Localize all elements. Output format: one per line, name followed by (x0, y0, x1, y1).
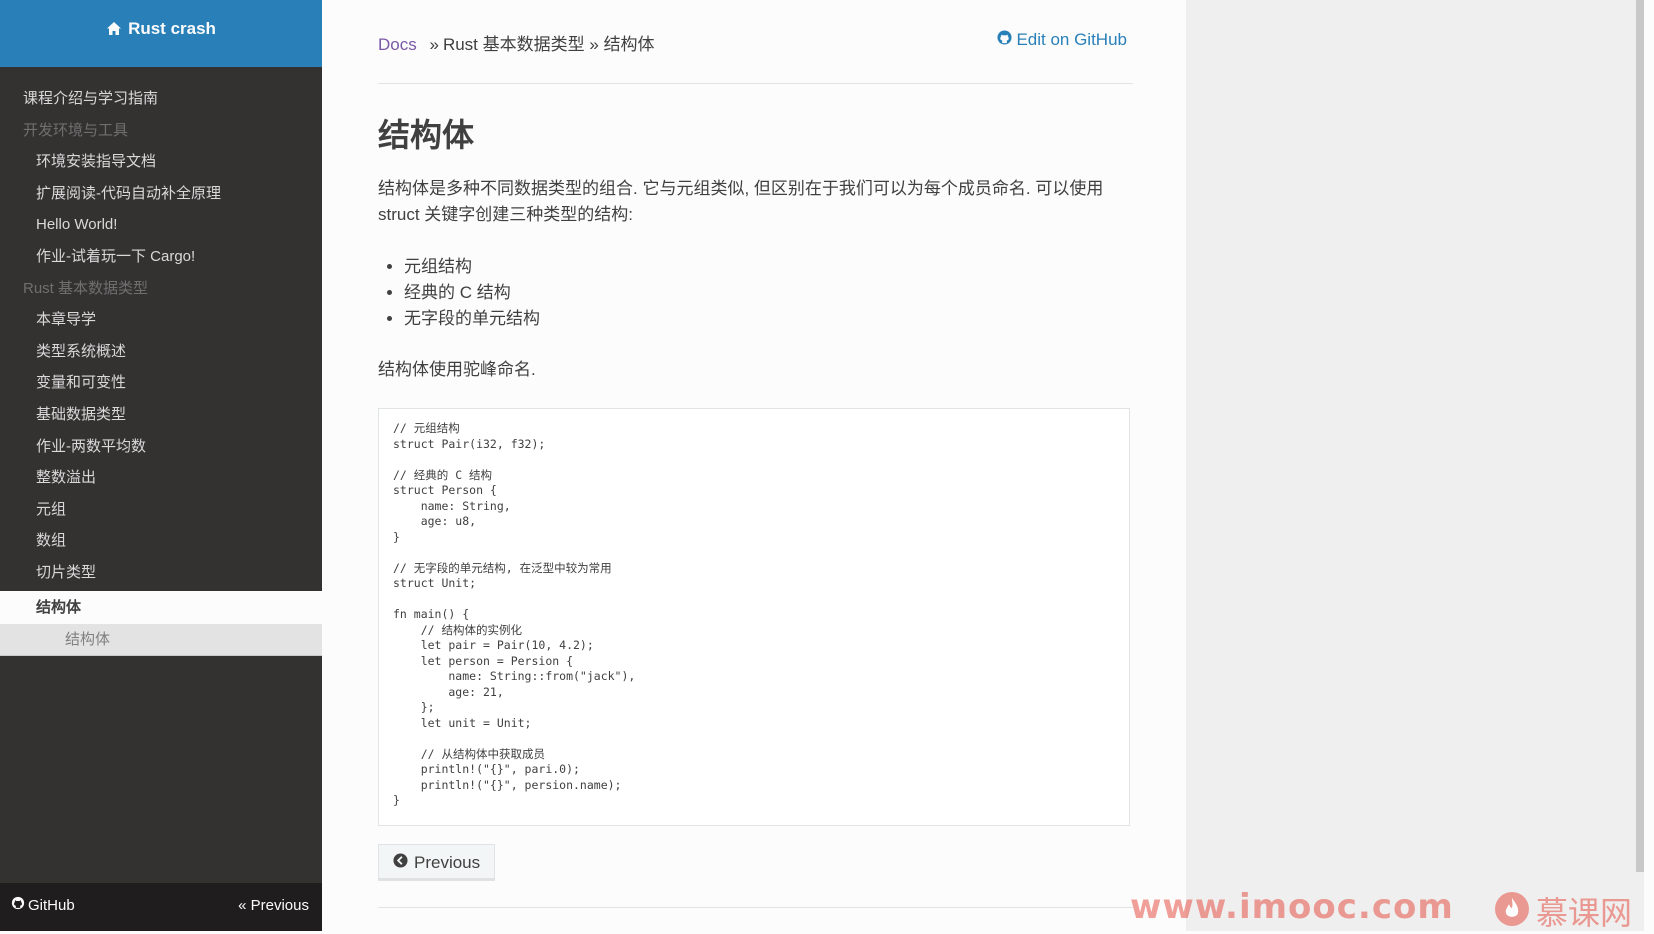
sidebar-previous-link[interactable]: « Previous (238, 897, 309, 914)
sidebar-item[interactable]: 切片类型 (0, 557, 322, 589)
sidebar-item[interactable]: 变量和可变性 (0, 367, 322, 399)
sidebar-item[interactable]: 元组 (0, 494, 322, 526)
code-block: // 元组结构 struct Pair(i32, f32); // 经典的 C … (378, 408, 1130, 826)
naming-paragraph: 结构体使用驼峰命名. (378, 360, 536, 379)
previous-button[interactable]: Previous (378, 844, 496, 881)
main-content: Docs » Rust 基本数据类型 » 结构体 Edit on GitHub 结… (322, 0, 1186, 931)
sidebar-item[interactable]: 整数溢出 (0, 462, 322, 494)
arrow-left-circle-icon (393, 852, 408, 873)
sidebar-item[interactable]: 结构体 (0, 623, 322, 656)
sidebar-item[interactable]: 作业-两数平均数 (0, 431, 322, 463)
sidebar-item[interactable]: 类型系统概述 (0, 336, 322, 368)
sidebar-item[interactable]: 扩展阅读-代码自动补全原理 (0, 178, 322, 210)
home-icon (106, 21, 122, 36)
breadcrumb-section: Rust 基本数据类型 (442, 35, 585, 54)
footer-divider (378, 907, 1133, 908)
sidebar-item[interactable]: 环境安装指导文档 (0, 146, 322, 178)
brand-title: Rust crash (128, 18, 216, 38)
struct-kinds-list: 元组结构 经典的 C 结构 无字段的单元结构 (378, 254, 540, 332)
watermark-url: www.imooc.com (1130, 887, 1454, 927)
page-title: 结构体 (378, 117, 475, 153)
intro-paragraph: 结构体是多种不同数据类型的组合. 它与元组类似, 但区别在于我们可以为每个成员命… (378, 179, 1104, 224)
list-item: 经典的 C 结构 (404, 280, 540, 306)
watermark-brand: 慕课网 (1536, 894, 1633, 932)
breadcrumb-separator: » (429, 35, 439, 54)
watermark-logo: 慕课网 (1494, 888, 1632, 934)
breadcrumb-docs-link[interactable]: Docs (378, 35, 417, 54)
edit-on-github-link[interactable]: Edit on GitHub (997, 30, 1127, 50)
sidebar-github-link[interactable]: GitHub (11, 896, 75, 914)
list-item: 元组结构 (404, 254, 540, 280)
home-link[interactable]: Rust crash (106, 19, 216, 39)
github-icon (997, 30, 1012, 50)
breadcrumb-current: 结构体 (603, 35, 655, 54)
sidebar-header: Rust crash (0, 0, 322, 67)
sidebar-item[interactable]: 基础数据类型 (0, 399, 322, 431)
edit-on-github-label: Edit on GitHub (1016, 30, 1127, 49)
sidebar-caption: 开发环境与工具 (23, 121, 129, 139)
page-margin (1186, 0, 1644, 931)
sidebar-item[interactable]: 本章导学 (0, 304, 322, 336)
sidebar: Rust crash 课程介绍与学习指南开发环境与工具环境安装指导文档 扩展阅读-… (0, 0, 322, 931)
sidebar-item[interactable]: Hello World! (0, 209, 322, 241)
sidebar-item[interactable]: 课程介绍与学习指南 (0, 83, 322, 115)
sidebar-github-label: GitHub (28, 896, 75, 914)
sidebar-item[interactable]: 结构体 (0, 590, 322, 624)
flame-icon (1494, 891, 1530, 932)
sidebar-caption: Rust 基本数据类型 (23, 279, 149, 297)
breadcrumb: Docs » Rust 基本数据类型 » 结构体 Edit on GitHub (378, 30, 1133, 84)
scrollbar[interactable] (1636, 0, 1644, 872)
sidebar-item[interactable]: 数组 (0, 525, 322, 557)
sidebar-footer: GitHub « Previous (0, 883, 322, 931)
previous-button-label: Previous (414, 852, 481, 872)
breadcrumb-separator: » (589, 35, 599, 54)
list-item: 无字段的单元结构 (404, 306, 540, 332)
github-icon (11, 896, 25, 914)
sidebar-nav: 课程介绍与学习指南开发环境与工具环境安装指导文档 扩展阅读-代码自动补全原理 Hel… (0, 67, 322, 656)
sidebar-item[interactable]: 作业-试着玩一下 Cargo! (0, 241, 322, 273)
